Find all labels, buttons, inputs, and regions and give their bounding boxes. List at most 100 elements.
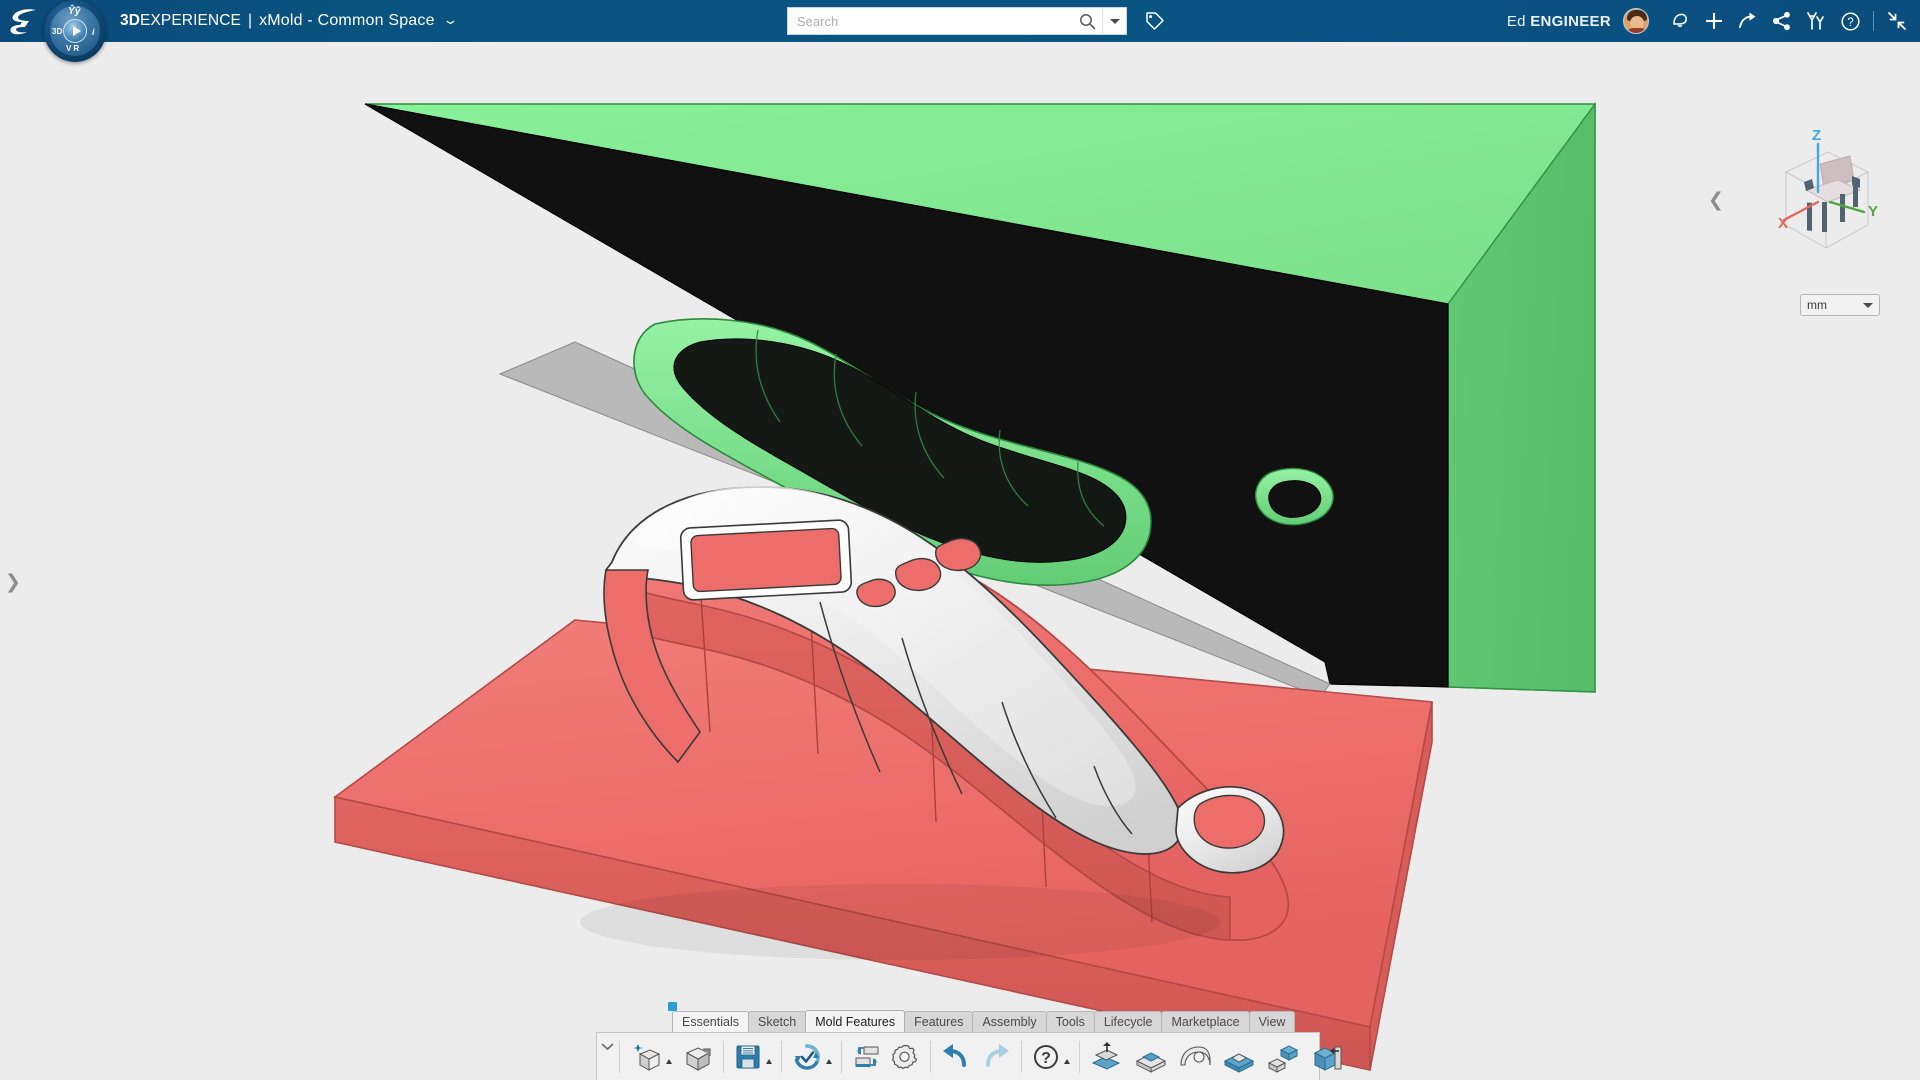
units-value: mm xyxy=(1807,298,1827,312)
mold-extract-icon xyxy=(1091,1041,1121,1070)
dropdown-caret-icon[interactable] xyxy=(1064,1058,1070,1064)
core-button[interactable] xyxy=(1129,1035,1173,1079)
triad-y-label: Y xyxy=(1868,203,1878,220)
collapse-right-panel-chevron-left-icon[interactable]: ❮ xyxy=(1708,191,1724,210)
redo-icon xyxy=(986,1043,1009,1067)
mold-cavity-plate-icon xyxy=(1223,1052,1255,1073)
help-button[interactable]: ? xyxy=(1027,1035,1074,1079)
split-components-button[interactable] xyxy=(1261,1035,1305,1079)
toolbar-divider xyxy=(619,1040,620,1073)
tab-features[interactable]: Features xyxy=(904,1011,974,1032)
expand-left-panel-chevron-right-icon[interactable]: ❯ xyxy=(5,573,21,592)
mold-assembly-icon xyxy=(1313,1046,1342,1071)
toolbar-divider xyxy=(1021,1040,1022,1073)
search-input[interactable] xyxy=(788,8,1072,34)
dropdown-caret-icon[interactable] xyxy=(826,1058,832,1064)
new-part-button[interactable] xyxy=(625,1035,676,1079)
tab-marketplace[interactable]: Marketplace xyxy=(1161,1011,1250,1032)
mold-assembly-button[interactable] xyxy=(1305,1035,1349,1079)
search-box[interactable] xyxy=(787,7,1127,35)
header-right-cluster: Ed ENGINEER ? xyxy=(1507,0,1914,42)
toolbar-divider xyxy=(1079,1040,1080,1073)
action-toolbar[interactable]: ? xyxy=(596,1032,1342,1080)
social-network-icon[interactable] xyxy=(1765,0,1799,42)
mold-assembly-3d-model[interactable] xyxy=(0,42,1920,1080)
bottom-action-bar: Essentials Sketch Mold Features Features… xyxy=(0,1002,1920,1080)
settings-button[interactable] xyxy=(887,1035,925,1079)
collaborative-tasks-icon[interactable] xyxy=(1799,0,1833,42)
chair-model xyxy=(1804,155,1862,232)
svg-text:?: ? xyxy=(1847,16,1853,28)
header-divider xyxy=(1873,11,1874,31)
parting-surface-button[interactable] xyxy=(1173,1035,1217,1079)
compass-quadrant-3d[interactable]: 3D xyxy=(52,27,63,36)
open-part-button[interactable] xyxy=(676,1035,718,1079)
brand-separator: | xyxy=(247,12,253,29)
compass-quadrant-vr[interactable]: V R xyxy=(66,44,79,53)
avatar-body xyxy=(1625,28,1648,33)
cavity-button[interactable] xyxy=(1217,1035,1261,1079)
triad-z-label: Z xyxy=(1812,127,1821,144)
save-icon xyxy=(736,1045,760,1068)
mold-core-plate-icon xyxy=(1135,1051,1167,1073)
dropdown-caret-icon[interactable] xyxy=(666,1058,672,1064)
tab-mold-features[interactable]: Mold Features xyxy=(805,1010,906,1032)
redo-button[interactable] xyxy=(976,1035,1016,1079)
undo-icon xyxy=(943,1043,966,1067)
user-name[interactable]: Ed ENGINEER xyxy=(1507,13,1611,30)
top-header-bar: 3D i V R Ŷŷ 3DEXPERIENCE | xMold - Common … xyxy=(0,0,1920,62)
manage-views-icon xyxy=(855,1046,879,1067)
chevron-down-icon xyxy=(1863,302,1873,308)
help-question-icon[interactable]: ? xyxy=(1833,0,1867,42)
tab-lifecycle[interactable]: Lifecycle xyxy=(1093,1011,1163,1032)
compass-quadrant-social[interactable]: Ŷŷ xyxy=(68,6,81,17)
context-title[interactable]: xMold - Common Space xyxy=(259,12,435,29)
tab-view[interactable]: View xyxy=(1248,1011,1296,1032)
orientation-triad[interactable]: X Y Z xyxy=(1756,120,1896,260)
user-first-name: Ed xyxy=(1506,12,1526,30)
collapse-arrows-icon[interactable] xyxy=(1880,0,1914,42)
tab-assembly[interactable]: Assembly xyxy=(972,1011,1047,1032)
gear-settings-icon xyxy=(892,1044,917,1069)
units-dropdown[interactable]: mm xyxy=(1800,294,1880,316)
triad-x-label: X xyxy=(1778,215,1788,232)
share-forward-icon[interactable] xyxy=(1731,0,1765,42)
user-last-name: ENGINEER xyxy=(1530,12,1611,30)
toolbar-divider xyxy=(781,1040,782,1073)
update-cycle-icon xyxy=(794,1043,820,1070)
3d-viewport[interactable]: ❯ ❮ X Y Z mm xyxy=(0,42,1920,1080)
compass-center-hub[interactable] xyxy=(63,19,87,43)
update-button[interactable] xyxy=(787,1035,836,1079)
context-chevron-down-icon[interactable]: ⌄ xyxy=(442,12,459,28)
extract-core-cavity-button[interactable] xyxy=(1085,1035,1129,1079)
manage-display-button[interactable] xyxy=(847,1035,887,1079)
tab-sketch[interactable]: Sketch xyxy=(747,1011,807,1032)
undo-button[interactable] xyxy=(936,1035,976,1079)
tab-essentials[interactable]: Essentials xyxy=(672,1011,749,1032)
ribbon-tabstrip[interactable]: Essentials Sketch Mold Features Features… xyxy=(672,1010,1296,1032)
active-tab-accent-marker xyxy=(668,1002,677,1011)
dropdown-caret-icon[interactable] xyxy=(766,1058,772,1064)
compass-quadrant-info[interactable]: i xyxy=(92,27,95,37)
svg-text:?: ? xyxy=(1041,1050,1051,1067)
toolbar-divider xyxy=(930,1040,931,1073)
dassault-systemes-logo[interactable] xyxy=(2,0,48,42)
tab-tools[interactable]: Tools xyxy=(1045,1011,1095,1032)
search-scope-dropdown[interactable] xyxy=(1102,8,1126,34)
mold-split-blocks-icon xyxy=(1267,1044,1299,1073)
search-icon[interactable] xyxy=(1072,8,1102,34)
notification-bell-icon[interactable] xyxy=(1663,0,1697,42)
new-part-icon xyxy=(633,1043,661,1071)
tag-icon[interactable] xyxy=(1139,7,1169,35)
add-plus-icon[interactable] xyxy=(1697,0,1731,42)
3dexperience-compass[interactable]: 3D i V R Ŷŷ xyxy=(44,0,106,62)
brand-experience: EXPERIENCE xyxy=(140,12,241,29)
help-question-icon: ? xyxy=(1034,1044,1058,1069)
chevron-down-icon xyxy=(1109,18,1120,24)
toolbar-divider xyxy=(841,1040,842,1073)
brand-3d: 3D xyxy=(120,12,141,29)
toolbar-collapse-chevron-down-icon[interactable] xyxy=(601,1034,614,1080)
toolbar-divider xyxy=(723,1040,724,1073)
avatar[interactable] xyxy=(1623,8,1649,34)
save-button[interactable] xyxy=(729,1035,776,1079)
